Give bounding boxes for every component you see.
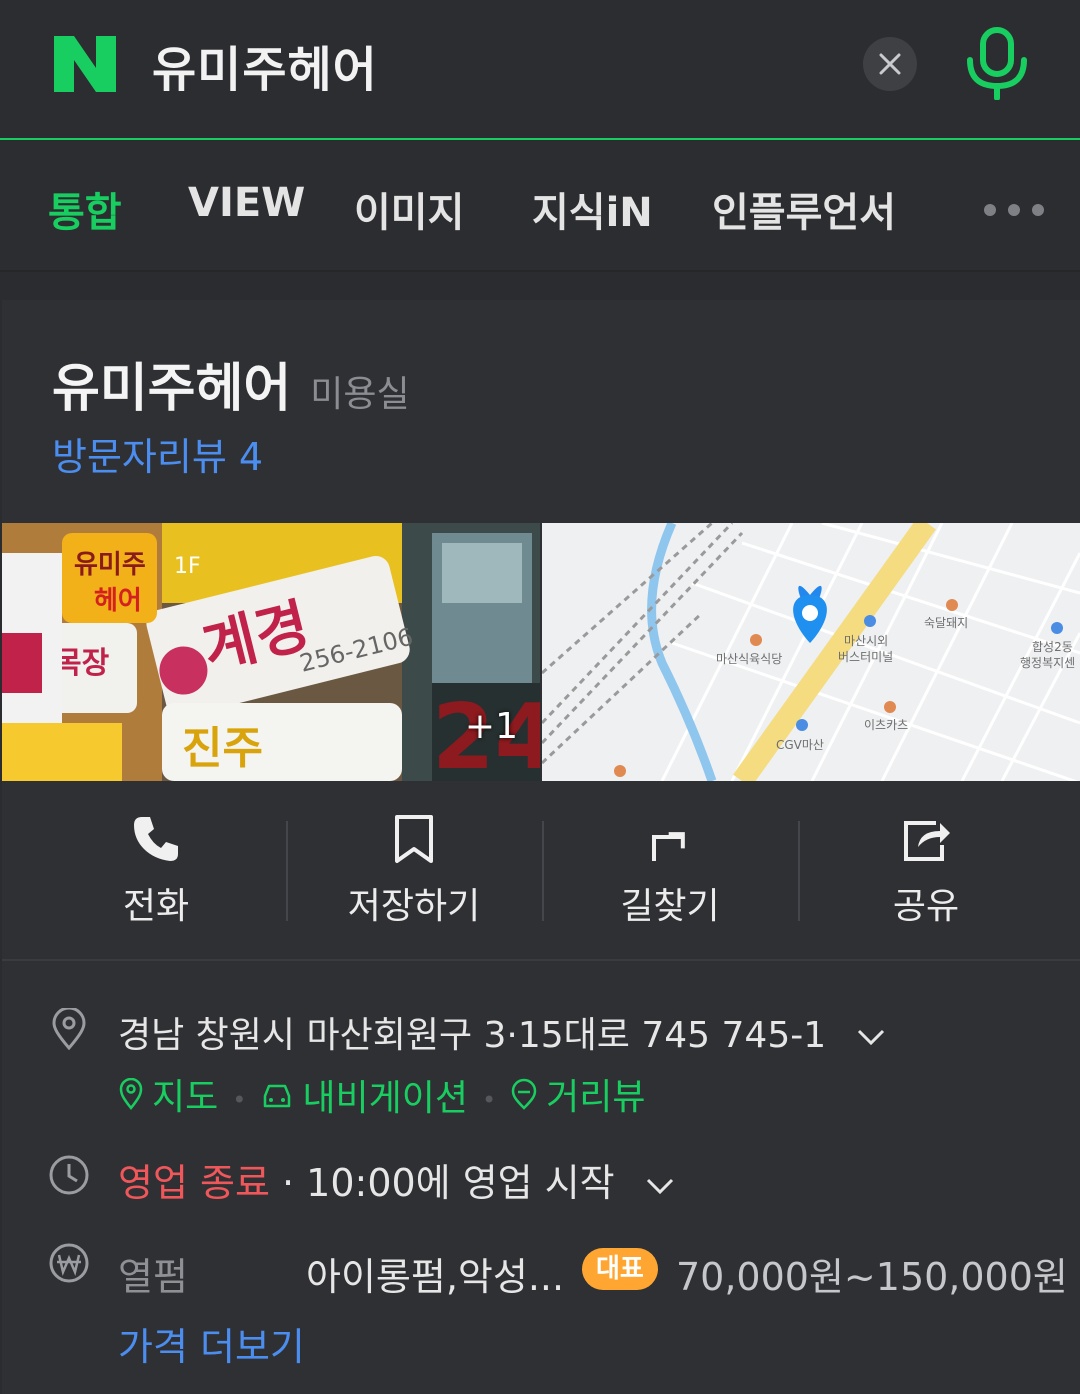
search-tabs: 통합 VIEW 이미지 지식iN 인플루언서 — [0, 142, 1080, 272]
photo-more-count[interactable]: +1 — [465, 706, 518, 747]
map-label-poi1: 마산식육식당 — [716, 652, 782, 666]
map-links: 지도 • 내비게이션 • 거리뷰 — [118, 1068, 646, 1121]
sign-store-name: 유미주 — [74, 550, 146, 580]
price-row[interactable]: 열펌 아이롱펌,악성... 대표 70,000원~150,000원 — [118, 1246, 1078, 1299]
tab-knowledge-in[interactable]: 지식iN — [532, 180, 653, 238]
directions-icon — [652, 832, 685, 861]
sign-store-name-2: 헤어 — [94, 586, 142, 616]
call-button[interactable]: 전화 — [28, 781, 284, 961]
search-header: 유미주헤어 — [0, 0, 1080, 140]
chevron-down-icon — [646, 1178, 673, 1194]
car-icon — [264, 1084, 291, 1108]
price-item-desc: 아이롱펌,악성... — [306, 1255, 565, 1299]
svg-text:진주: 진주 — [182, 723, 263, 774]
price-value: 70,000원~150,000원 — [676, 1255, 1068, 1299]
street-view-link-label: 거리뷰 — [546, 1077, 646, 1118]
tab-integrated[interactable]: 통합 — [48, 180, 122, 238]
link-separator: • — [232, 1086, 247, 1114]
call-label: 전화 — [122, 886, 190, 927]
navigation-link-label: 내비게이션 — [302, 1078, 469, 1119]
visitor-reviews-link[interactable]: 방문자리뷰 4 — [52, 426, 263, 481]
place-photo[interactable]: 계경 256-2106 유미주 헤어 1F 목장 진주 24 +1 — [2, 523, 540, 781]
location-pin-icon — [52, 1008, 86, 1050]
svg-text:목장: 목장 — [54, 646, 110, 681]
map-link[interactable]: 지도 — [118, 1068, 218, 1120]
map-label-poi2b: 버스터미널 — [838, 650, 893, 664]
bookmark-icon — [395, 815, 433, 863]
clock-icon — [49, 1155, 89, 1195]
place-name[interactable]: 유미주헤어 — [52, 359, 291, 419]
share-label: 공유 — [892, 886, 960, 927]
sign-floor: 1F — [174, 554, 201, 579]
save-button[interactable]: 저장하기 — [286, 781, 542, 961]
more-prices-link[interactable]: 가격 더보기 — [118, 1316, 305, 1371]
link-separator: • — [482, 1086, 497, 1114]
map-label-poi4b: 행정복지센 — [1020, 655, 1075, 670]
tab-images[interactable]: 이미지 — [354, 180, 464, 238]
opening-time: · 10:00에 영업 시작 — [282, 1161, 615, 1205]
microphone-icon[interactable] — [964, 26, 1030, 100]
share-icon — [904, 821, 950, 861]
price-item-name: 열펌 — [118, 1255, 188, 1299]
map-label-poi4: 합성2동 — [1032, 640, 1073, 654]
naver-logo[interactable] — [52, 34, 118, 94]
navigation-link[interactable]: 내비게이션 — [260, 1069, 468, 1121]
clear-search-button[interactable] — [863, 37, 917, 91]
phone-icon — [134, 817, 178, 861]
close-icon — [879, 53, 901, 75]
tab-influencer[interactable]: 인플루언서 — [712, 180, 896, 238]
save-label: 저장하기 — [347, 886, 481, 927]
directions-label: 길찾기 — [620, 886, 720, 927]
map-label-poi5: 이츠카츠 — [864, 718, 908, 732]
won-currency-icon — [49, 1243, 89, 1283]
place-map[interactable]: 마산식육식당 마산시외 버스터미널 숙달돼지 합성2동 행정복지센 이츠카츠 C… — [542, 523, 1080, 781]
place-category: 미용실 — [310, 374, 410, 415]
storefront-photo-image: 계경 256-2106 유미주 헤어 1F 목장 진주 24 — [2, 523, 540, 781]
map-pin-icon — [119, 1078, 143, 1110]
map-label-poi2: 마산시외 — [844, 634, 888, 648]
representative-badge: 대표 — [582, 1248, 658, 1290]
action-bar: 전화 저장하기 길찾기 공유 — [2, 781, 1080, 961]
share-button[interactable]: 공유 — [798, 781, 1054, 961]
place-title-row: 유미주헤어 미용실 — [52, 346, 410, 421]
map-label-poi3: 숙달돼지 — [924, 616, 968, 630]
place-card: 유미주헤어 미용실 방문자리뷰 4 계경 256-2106 유미주 헤어 1F … — [2, 300, 1080, 1394]
tab-view[interactable]: VIEW — [188, 180, 305, 226]
address-row[interactable]: 경남 창원시 마산회원구 3·15대로 745 745-1 — [118, 1006, 886, 1058]
map-image: 마산식육식당 마산시외 버스터미널 숙달돼지 합성2동 행정복지센 이츠카츠 C… — [542, 523, 1080, 781]
map-label-poi6: CGV마산 — [776, 738, 824, 752]
address-text: 경남 창원시 마산회원구 3·15대로 745 745-1 — [118, 1015, 827, 1056]
chevron-down-icon — [857, 1029, 884, 1046]
street-view-link[interactable]: 거리뷰 — [510, 1068, 646, 1120]
business-status: 영업 종료 — [118, 1161, 270, 1205]
business-hours-row[interactable]: 영업 종료 · 10:00에 영업 시작 — [118, 1152, 675, 1207]
more-tabs-icon[interactable] — [984, 200, 1054, 220]
directions-button[interactable]: 길찾기 — [542, 781, 798, 961]
street-view-icon — [511, 1078, 537, 1110]
search-query[interactable]: 유미주헤어 — [152, 30, 378, 100]
map-link-label: 지도 — [152, 1077, 219, 1118]
